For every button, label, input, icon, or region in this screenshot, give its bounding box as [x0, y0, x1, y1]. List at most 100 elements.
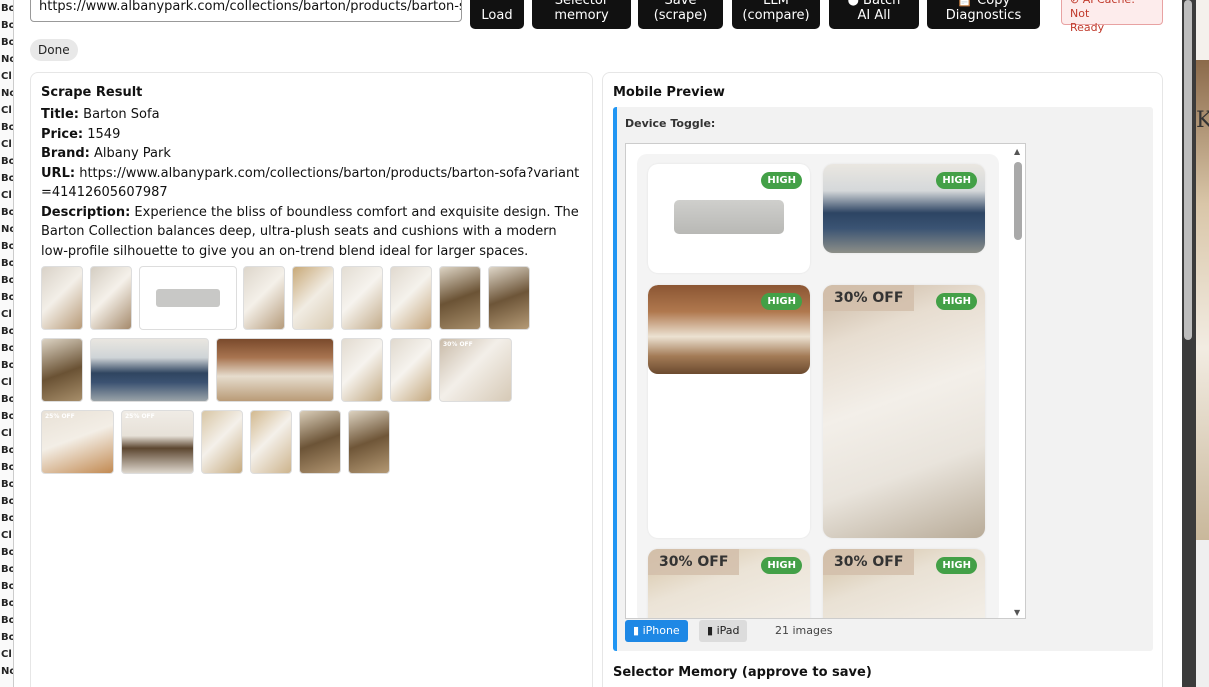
background-page-row: Bo: [1, 37, 13, 48]
confidence-badge: HIGH: [936, 172, 977, 189]
product-thumbnail[interactable]: 25% OFF: [121, 410, 194, 474]
background-page-row: No: [1, 54, 13, 65]
background-page-row: Bo: [1, 632, 13, 643]
background-page-row: No: [1, 88, 13, 99]
url-input[interactable]: https://www.albanypark.com/collections/b…: [30, 0, 462, 22]
copy-diagnostics-button[interactable]: 📋 Copy Diagnostics: [927, 0, 1040, 29]
product-thumbnail[interactable]: [299, 410, 341, 474]
scroll-down-icon[interactable]: ▼: [1014, 608, 1020, 617]
background-page-row: Bo: [1, 411, 13, 422]
url-field: URL: https://www.albanypark.com/collecti…: [41, 165, 580, 201]
status-done-pill: Done: [30, 39, 78, 61]
confidence-badge: HIGH: [761, 293, 802, 310]
product-thumbnail[interactable]: [216, 338, 334, 402]
background-page-row: Cl: [1, 139, 12, 150]
description-field: Description: Experience the bliss of bou…: [41, 204, 579, 259]
background-page-row: Bo: [1, 241, 13, 252]
background-page-right: K: [1182, 0, 1209, 687]
preview-image-tile[interactable]: 30% OFF HIGH: [648, 549, 810, 618]
phone-screen: HIGH HIGH HIGH 30% OFF HIGH 30% OFF HIGH…: [637, 154, 999, 618]
background-page-row: Bo: [1, 564, 13, 575]
product-thumbnail[interactable]: [90, 338, 209, 402]
background-page-row: Cl: [1, 377, 12, 388]
background-page-row: Bo: [1, 156, 13, 167]
product-thumbnail[interactable]: [90, 266, 132, 330]
iphone-toggle-button[interactable]: ▮ iPhone: [625, 620, 688, 642]
product-thumbnail[interactable]: [341, 338, 383, 402]
background-page-row: Cl: [1, 309, 12, 320]
selector-memory-heading: Selector Memory (approve to save): [613, 665, 872, 680]
product-thumbnail[interactable]: [201, 410, 243, 474]
llm-compare-button[interactable]: LLM (compare): [732, 0, 820, 29]
preview-image-tile[interactable]: HIGH: [823, 164, 985, 253]
product-thumbnail[interactable]: 25% OFF: [41, 410, 114, 474]
load-button[interactable]: Load: [470, 0, 524, 29]
background-page-row: Bo: [1, 173, 13, 184]
save-scrape-button[interactable]: Save (scrape): [638, 0, 723, 29]
title-field: Title: Barton Sofa: [41, 107, 160, 122]
confidence-badge: HIGH: [761, 557, 802, 574]
image-count: 21 images: [775, 624, 833, 637]
background-page-row: No: [1, 666, 13, 677]
background-page-row: Bo: [1, 394, 13, 405]
product-thumbnail[interactable]: 30% OFF: [439, 338, 512, 402]
product-thumbnail[interactable]: [250, 410, 292, 474]
background-page-row: Bo: [1, 3, 13, 14]
phone-frame[interactable]: HIGH HIGH HIGH 30% OFF HIGH 30% OFF HIGH…: [625, 143, 1026, 619]
background-page-row: Cl: [1, 428, 12, 439]
phone-scroll-thumb[interactable]: [1014, 162, 1022, 240]
batch-ai-all-button[interactable]: ● Batch AI All: [829, 0, 919, 29]
background-page-row: Bo: [1, 462, 13, 473]
mobile-preview-card: Mobile Preview Device Toggle: HIGH HIGH: [602, 72, 1163, 687]
product-thumbnail[interactable]: [243, 266, 285, 330]
preview-image-tile[interactable]: 30% OFF HIGH: [823, 285, 985, 538]
background-page-row: Bo: [1, 581, 13, 592]
background-page-row: Bo: [1, 513, 13, 524]
discount-tag: 30% OFF: [823, 285, 915, 311]
preview-image-tile[interactable]: 30% OFF HIGH: [823, 549, 985, 618]
background-page-row: Bo: [1, 496, 13, 507]
phone-scrollbar[interactable]: ▲ ▼: [1011, 144, 1025, 618]
product-thumbnail[interactable]: [41, 266, 83, 330]
background-page-row: Cl: [1, 71, 12, 82]
background-page-row: Bo: [1, 547, 13, 558]
background-page-row: Cl: [1, 105, 12, 116]
background-page-row: Bo: [1, 20, 13, 31]
brand-field: Brand: Albany Park: [41, 146, 171, 161]
background-page-row: Bo: [1, 479, 13, 490]
ipad-toggle-button[interactable]: ▮ iPad: [699, 620, 748, 642]
background-page-row: Bo: [1, 598, 13, 609]
preview-image-tile[interactable]: HIGH: [648, 285, 810, 538]
tablet-icon: ▮: [707, 624, 714, 637]
phone-icon: ▮: [633, 624, 640, 637]
product-thumbnail[interactable]: [390, 266, 432, 330]
product-thumbnail[interactable]: [348, 410, 390, 474]
background-page-row: Bo: [1, 207, 13, 218]
selector-memory-button[interactable]: Selector memory: [532, 0, 631, 29]
device-toggle-label: Device Toggle:: [625, 117, 716, 130]
background-page-row: No: [1, 224, 13, 235]
background-page-row: Bo: [1, 326, 13, 337]
product-thumbnail[interactable]: [139, 266, 237, 330]
product-thumbnail[interactable]: [390, 338, 432, 402]
product-thumbnail[interactable]: [41, 338, 83, 402]
preview-image-tile[interactable]: HIGH: [648, 164, 810, 273]
scrape-result-heading: Scrape Result: [41, 85, 143, 100]
product-thumbnail[interactable]: [488, 266, 530, 330]
background-page-row: Cl: [1, 530, 12, 541]
background-page-row: Cl: [1, 190, 12, 201]
background-page-row: Bo: [1, 258, 13, 269]
panel-scrollbar[interactable]: [1184, 0, 1192, 340]
product-thumbnail[interactable]: [341, 266, 383, 330]
scrape-result-card: Scrape Result Title: Barton Sofa Price: …: [30, 72, 593, 687]
background-page-row: Bo: [1, 343, 13, 354]
scraper-panel: https://www.albanypark.com/collections/b…: [14, 0, 1182, 687]
discount-tag: 30% OFF: [648, 549, 740, 575]
background-page-row: Bo: [1, 275, 13, 286]
ai-cache-status: ⊘ AI Cache: NotReady: [1061, 0, 1163, 34]
background-page-header: [1196, 0, 1209, 60]
product-thumbnail[interactable]: [439, 266, 481, 330]
product-thumbnail[interactable]: [292, 266, 334, 330]
background-page-left: Bo Bo Bo No Cl No Cl Bo Cl Bo Bo Cl Bo No Bo Bo Bo Bo Cl Bo…: [0, 0, 14, 687]
scroll-up-icon[interactable]: ▲: [1014, 147, 1020, 156]
